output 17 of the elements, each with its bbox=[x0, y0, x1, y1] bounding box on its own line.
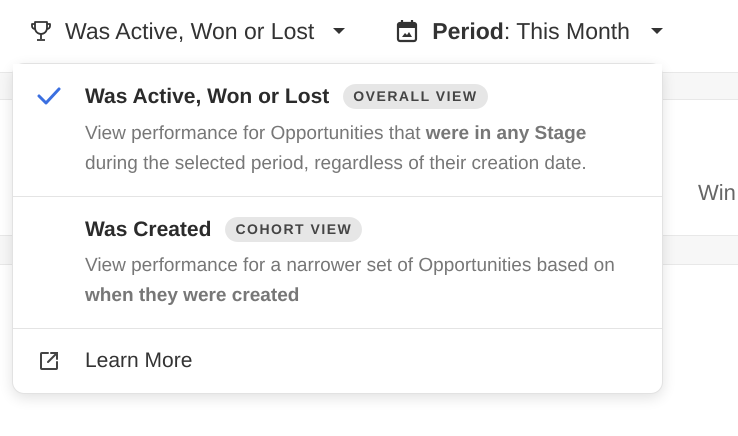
caret-icon bbox=[650, 27, 664, 35]
column-label: Win bbox=[698, 179, 737, 207]
option-description: View performance for a narrower set of Opportunities based on when they were created bbox=[85, 254, 615, 308]
period-dropdown[interactable]: Period: This Month bbox=[396, 14, 664, 48]
menu-option[interactable]: Was Active, Won or Lost OVERALL VIEW View performance for Opportunities that were in any Stage during the selected period, regardless of their creation date. bbox=[13, 64, 662, 196]
calendar-icon bbox=[396, 19, 418, 43]
external-link-icon bbox=[38, 350, 60, 372]
menu-option[interactable]: Was Created COHORT VIEW View performance for a narrower set of Opportunities based on when they were created bbox=[13, 196, 662, 329]
learn-more-link[interactable]: Learn More bbox=[13, 329, 662, 393]
option-title: Was Created bbox=[85, 216, 212, 242]
option-description: View performance for Opportunities that were in any Stage during the selected period, regardless of their creation date. bbox=[85, 122, 588, 176]
trophy-icon bbox=[29, 19, 53, 43]
caret-icon bbox=[332, 27, 346, 35]
option-title: Was Active, Won or Lost bbox=[85, 84, 330, 110]
view-badge: OVERALL VIEW bbox=[343, 84, 488, 110]
view-badge: COHORT VIEW bbox=[225, 216, 362, 242]
filter-dropdown[interactable]: Was Active, Won or Lost bbox=[29, 14, 346, 48]
